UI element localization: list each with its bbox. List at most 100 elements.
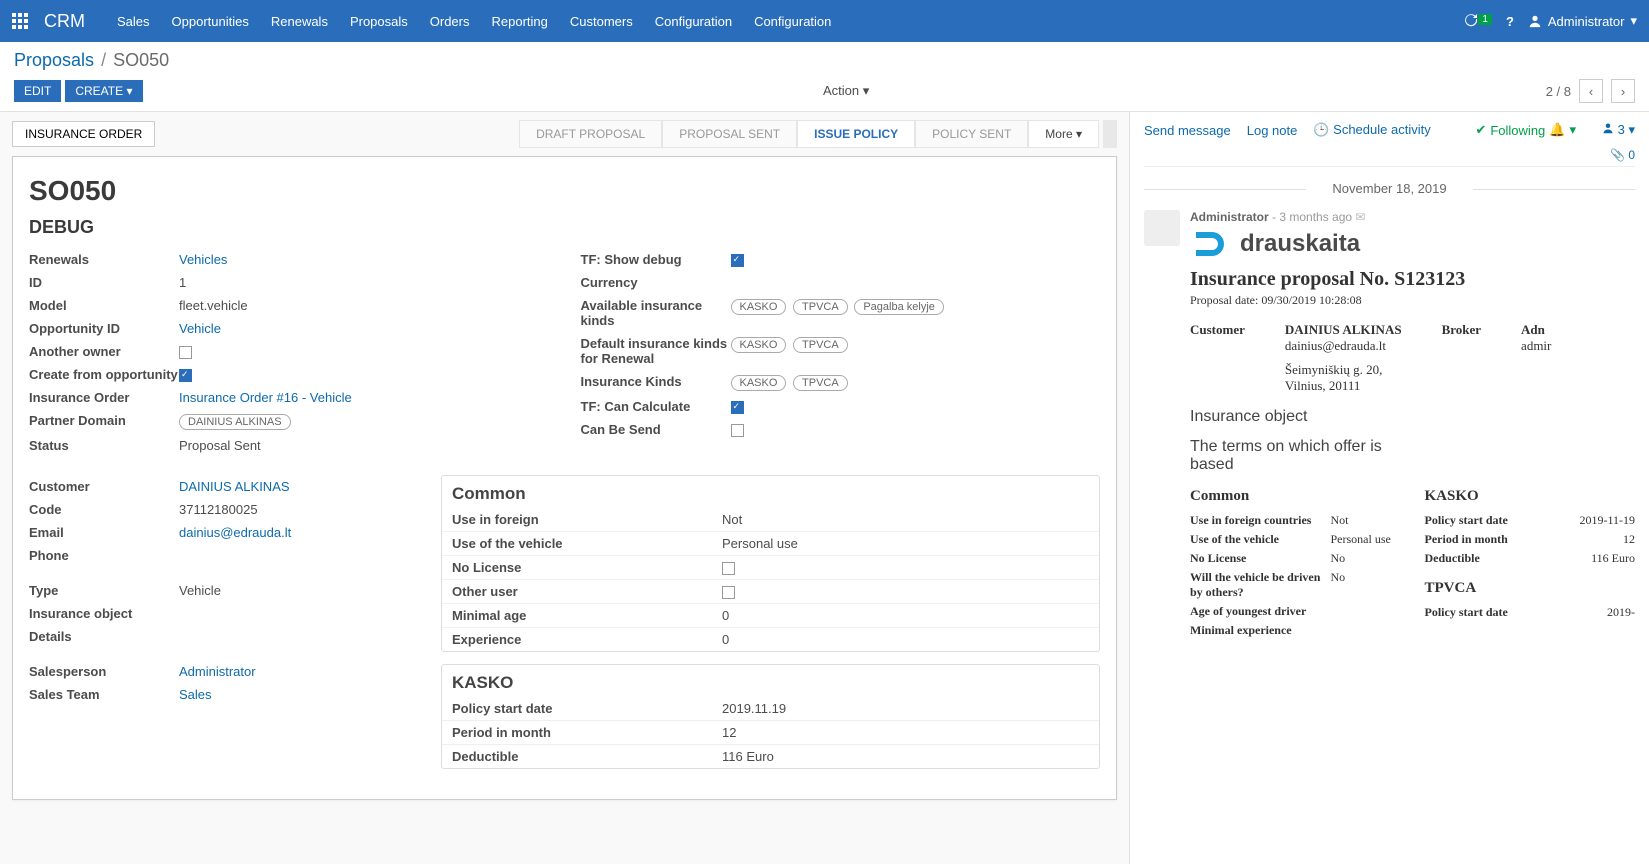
pager-next[interactable]: › bbox=[1611, 79, 1635, 103]
drauskaita-logo-icon bbox=[1190, 228, 1232, 260]
terms-title: The terms on which offer is based bbox=[1190, 438, 1410, 474]
breadcrumb: Proposals / SO050 bbox=[14, 50, 1635, 71]
send-message-button[interactable]: Send message bbox=[1144, 123, 1231, 138]
create-button[interactable]: CREATE ▾ bbox=[65, 80, 142, 102]
following-indicator[interactable]: ✔ Following 🔔 ▾ bbox=[1475, 122, 1576, 138]
avatar bbox=[1144, 210, 1180, 246]
refresh-icon[interactable]: 1 bbox=[1463, 12, 1492, 31]
stage-sent[interactable]: PROPOSAL SENT bbox=[662, 120, 797, 148]
breadcrumb-sep: / bbox=[101, 50, 106, 70]
debug-right: TF: Show debug Currency Available insura… bbox=[581, 248, 1101, 457]
salesteam-link[interactable]: Sales bbox=[179, 687, 212, 702]
stage-issue[interactable]: ISSUE POLICY bbox=[797, 120, 915, 148]
customer-block: CustomerDAINIUS ALKINAS Code37112180025 … bbox=[29, 475, 409, 781]
paperclip-icon: 📎 bbox=[1610, 148, 1625, 162]
control-bar: Proposals / SO050 EDIT CREATE ▾ Action ▾… bbox=[0, 42, 1649, 112]
no-license-checkbox[interactable] bbox=[722, 562, 735, 575]
brand[interactable]: CRM bbox=[44, 11, 85, 32]
status-bar: DRAFT PROPOSAL PROPOSAL SENT ISSUE POLIC… bbox=[519, 120, 1099, 148]
kind-tag[interactable]: TPVCA bbox=[793, 375, 848, 391]
clock-icon: 🕒 bbox=[1313, 122, 1329, 137]
chevron-down-icon: ▾ bbox=[1630, 13, 1637, 29]
opportunity-link[interactable]: Vehicle bbox=[179, 321, 221, 336]
logo-text: drauskaita bbox=[1240, 230, 1360, 258]
terms-common: Common Use in foreign countriesNot Use o… bbox=[1190, 482, 1401, 640]
refresh-badge: 1 bbox=[1478, 14, 1492, 25]
user-icon bbox=[1602, 122, 1614, 134]
renewals-link[interactable]: Vehicles bbox=[179, 252, 227, 267]
insurance-order-link[interactable]: Insurance Order #16 - Vehicle bbox=[179, 390, 352, 405]
pager-prev[interactable]: ‹ bbox=[1579, 79, 1603, 103]
kind-tag[interactable]: KASKO bbox=[731, 337, 787, 353]
debug-left: RenewalsVehicles ID1 Modelfleet.vehicle … bbox=[29, 248, 549, 457]
stage-policy-sent[interactable]: POLICY SENT bbox=[915, 120, 1028, 148]
show-debug-checkbox[interactable] bbox=[731, 254, 744, 267]
followers-count[interactable]: 3 ▾ bbox=[1602, 122, 1635, 138]
record-title: SO050 bbox=[29, 175, 1100, 207]
kind-tag[interactable]: TPVCA bbox=[793, 299, 848, 315]
email-link[interactable]: dainius@edrauda.lt bbox=[179, 525, 291, 540]
nav-menu: Sales Opportunities Renewals Proposals O… bbox=[117, 14, 1463, 29]
message-header: Administrator - 3 months ago ✉ bbox=[1190, 210, 1635, 224]
common-section: Common Use in foreignNot Use of the vehi… bbox=[441, 475, 1100, 652]
nav-configuration-2[interactable]: Configuration bbox=[754, 14, 831, 29]
help-icon[interactable]: ? bbox=[1506, 14, 1514, 29]
nav-reporting[interactable]: Reporting bbox=[492, 14, 548, 29]
kind-tag[interactable]: TPVCA bbox=[793, 337, 848, 353]
nav-configuration-1[interactable]: Configuration bbox=[655, 14, 732, 29]
bell-icon: 🔔 bbox=[1549, 122, 1565, 138]
kind-tag[interactable]: KASKO bbox=[731, 299, 787, 315]
nav-orders[interactable]: Orders bbox=[430, 14, 470, 29]
user-name: Administrator bbox=[1548, 14, 1625, 29]
terms-kasko: KASKO Policy start date2019-11-19 Period… bbox=[1425, 482, 1636, 640]
can-send-checkbox[interactable] bbox=[731, 424, 744, 437]
kind-tag[interactable]: KASKO bbox=[731, 375, 787, 391]
partner-domain-tag[interactable]: DAINIUS ALKINAS bbox=[179, 414, 291, 430]
nav-sales[interactable]: Sales bbox=[117, 14, 150, 29]
user-icon bbox=[1528, 14, 1542, 28]
can-calc-checkbox[interactable] bbox=[731, 401, 744, 414]
proposal-title: Insurance proposal No. S123123 bbox=[1190, 268, 1635, 291]
breadcrumb-current: SO050 bbox=[113, 50, 169, 70]
kasko-section: KASKO Policy start date2019.11.19 Period… bbox=[441, 664, 1100, 769]
debug-heading: DEBUG bbox=[29, 217, 1100, 238]
pager-position: 2 / 8 bbox=[1546, 84, 1571, 99]
nav-proposals[interactable]: Proposals bbox=[350, 14, 408, 29]
stage-draft[interactable]: DRAFT PROPOSAL bbox=[519, 120, 662, 148]
nav-renewals[interactable]: Renewals bbox=[271, 14, 328, 29]
apps-icon[interactable] bbox=[12, 13, 28, 29]
proposal-body: drauskaita Insurance proposal No. S12312… bbox=[1190, 228, 1635, 640]
form-sheet: SO050 DEBUG RenewalsVehicles ID1 Modelfl… bbox=[12, 156, 1117, 800]
chatter: Send message Log note 🕒 Schedule activit… bbox=[1129, 112, 1649, 864]
status-row: INSURANCE ORDER DRAFT PROPOSAL PROPOSAL … bbox=[8, 112, 1121, 156]
scrollbar[interactable] bbox=[1103, 120, 1117, 148]
another-owner-checkbox[interactable] bbox=[179, 346, 192, 359]
customer-link[interactable]: DAINIUS ALKINAS bbox=[179, 479, 290, 494]
sections-col: Common Use in foreignNot Use of the vehi… bbox=[441, 475, 1100, 781]
pager: 2 / 8 ‹ › bbox=[1546, 79, 1635, 103]
insurance-object-title: Insurance object bbox=[1190, 408, 1635, 426]
create-from-opp-checkbox[interactable] bbox=[179, 369, 192, 382]
proposal-date: Proposal date: 09/30/2019 10:28:08 bbox=[1190, 293, 1635, 308]
other-user-checkbox[interactable] bbox=[722, 586, 735, 599]
edit-button[interactable]: EDIT bbox=[14, 80, 61, 102]
action-dropdown[interactable]: Action ▾ bbox=[823, 83, 869, 99]
chevron-down-icon: ▾ bbox=[126, 84, 132, 98]
attachments-row[interactable]: 📎 0 bbox=[1144, 144, 1635, 167]
main: INSURANCE ORDER DRAFT PROPOSAL PROPOSAL … bbox=[0, 112, 1649, 864]
nav-customers[interactable]: Customers bbox=[570, 14, 633, 29]
user-menu[interactable]: Administrator ▾ bbox=[1528, 13, 1637, 29]
navbar: CRM Sales Opportunities Renewals Proposa… bbox=[0, 0, 1649, 42]
kind-tag[interactable]: Pagalba kelyje bbox=[854, 299, 944, 315]
stage-more[interactable]: More ▾ bbox=[1028, 120, 1099, 148]
form-area: INSURANCE ORDER DRAFT PROPOSAL PROPOSAL … bbox=[0, 112, 1129, 864]
schedule-activity-button[interactable]: 🕒 Schedule activity bbox=[1313, 122, 1430, 138]
date-separator: November 18, 2019 bbox=[1144, 181, 1635, 196]
envelope-icon: ✉ bbox=[1355, 210, 1365, 224]
message: Administrator - 3 months ago ✉ drauskait… bbox=[1144, 210, 1635, 640]
nav-opportunities[interactable]: Opportunities bbox=[172, 14, 249, 29]
log-note-button[interactable]: Log note bbox=[1247, 123, 1298, 138]
breadcrumb-root[interactable]: Proposals bbox=[14, 50, 94, 70]
insurance-order-button[interactable]: INSURANCE ORDER bbox=[12, 121, 155, 147]
salesperson-link[interactable]: Administrator bbox=[179, 664, 256, 679]
